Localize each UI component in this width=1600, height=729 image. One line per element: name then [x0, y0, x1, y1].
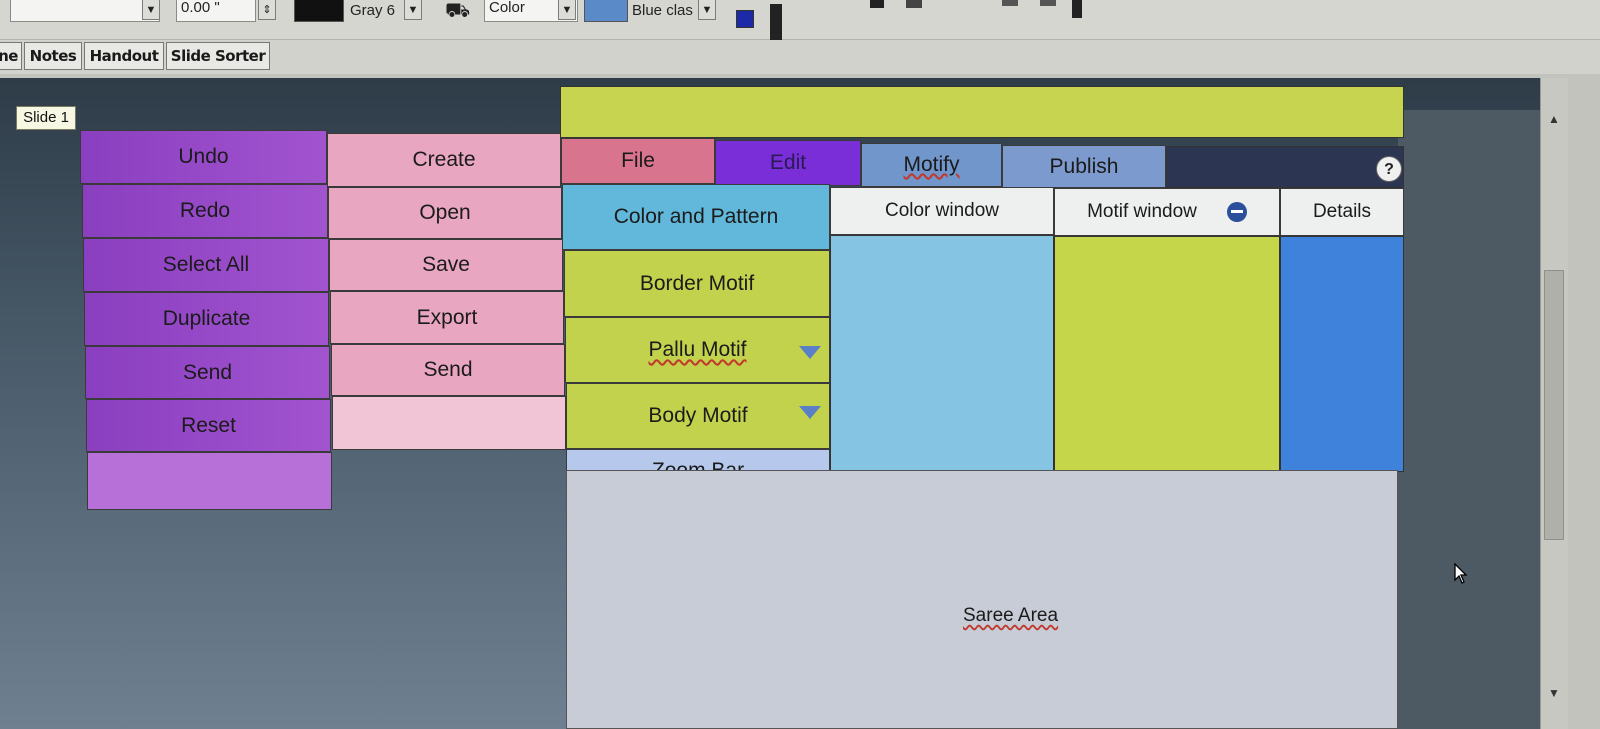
select-all-button[interactable]: Select All — [83, 238, 329, 292]
motif-window-label: Motif window — [1087, 201, 1197, 222]
saree-area-label: Saree Area — [963, 605, 1059, 626]
empty-purple-cell — [87, 452, 332, 510]
tab-handout[interactable]: Handout — [84, 42, 164, 70]
tab-normal[interactable]: ne — [0, 42, 22, 70]
tab-slide-sorter[interactable]: Slide Sorter — [166, 42, 270, 70]
saree-area[interactable]: Saree Area — [566, 470, 1398, 729]
help-icon[interactable]: ? — [1376, 156, 1402, 182]
chevron-down-icon[interactable]: ▼ — [142, 0, 160, 20]
triangle-down-icon[interactable] — [799, 406, 821, 419]
fill-color-name: Blue clas — [632, 2, 693, 19]
scroll-up-icon[interactable]: ▲ — [1544, 112, 1564, 126]
spinner-icon[interactable]: ⇕ — [258, 0, 276, 20]
undo-button[interactable]: Undo — [80, 130, 327, 184]
reset-button[interactable]: Reset — [86, 399, 331, 452]
menu-spacer — [1166, 146, 1404, 188]
chevron-down-icon[interactable]: ▼ — [558, 0, 576, 20]
menu-file[interactable]: File — [561, 138, 715, 184]
collapse-icon[interactable] — [1226, 202, 1247, 222]
chevron-down-icon[interactable]: ▼ — [404, 0, 422, 20]
tab-notes[interactable]: Notes — [24, 42, 82, 70]
fill-color-swatch[interactable] — [584, 0, 628, 22]
title-bar — [560, 86, 1404, 138]
toolbar-icon[interactable] — [870, 0, 884, 8]
open-button[interactable]: Open — [328, 187, 562, 239]
menu-edit[interactable]: Edit — [715, 140, 861, 186]
motif-window[interactable] — [1054, 236, 1280, 479]
menu-motify[interactable]: Motify — [861, 143, 1002, 187]
create-button[interactable]: Create — [327, 133, 561, 187]
color-window-header: Color window — [830, 187, 1054, 235]
redo-button[interactable]: Redo — [82, 184, 328, 238]
formatting-toolbar: ▼ 0.00 " ⇕ Gray 6 ▼ ⛟ Color ▼ Blue clas … — [0, 0, 1600, 40]
slide-label: Slide 1 — [16, 106, 76, 130]
fill-mode-value: Color — [489, 0, 525, 16]
mouse-cursor-icon — [1454, 563, 1468, 584]
menu-publish[interactable]: Publish — [1002, 145, 1166, 188]
toolbar-icon[interactable] — [1040, 0, 1056, 6]
slide-right-margin — [1398, 110, 1540, 729]
scroll-down-icon[interactable]: ▼ — [1544, 686, 1564, 700]
chevron-down-icon[interactable]: ▼ — [698, 0, 716, 20]
line-color-swatch[interactable] — [294, 0, 344, 22]
paint-bucket-icon[interactable]: ⛟ — [445, 0, 470, 25]
pallu-motif-button[interactable]: Pallu Motif — [565, 317, 830, 383]
pallu-motif-label: Pallu Motif — [648, 338, 747, 361]
toolbar-icon[interactable] — [906, 0, 922, 8]
save-button[interactable]: Save — [329, 239, 563, 291]
border-motif-button[interactable]: Border Motif — [564, 250, 830, 317]
toolbar-icon[interactable] — [1002, 0, 1018, 6]
color-and-pattern-button[interactable]: Color and Pattern — [562, 184, 830, 250]
empty-pink-cell — [332, 396, 566, 450]
line-style-dropdown[interactable] — [10, 0, 160, 22]
details-header: Details — [1280, 188, 1404, 236]
body-motif-label: Body Motif — [648, 404, 748, 427]
export-button[interactable]: Export — [330, 291, 564, 344]
line-color-name: Gray 6 — [350, 2, 396, 19]
color-window[interactable] — [830, 235, 1054, 485]
spacing-input[interactable]: 0.00 " — [176, 0, 256, 22]
toolbar-separator — [770, 4, 782, 40]
details-window[interactable] — [1280, 236, 1404, 472]
scroll-thumb[interactable] — [1544, 270, 1564, 540]
motif-window-header: Motif window — [1054, 188, 1280, 236]
send-button[interactable]: Send — [331, 344, 565, 396]
duplicate-button[interactable]: Duplicate — [84, 292, 329, 346]
spacing-value: 0.00 " — [181, 0, 220, 16]
toolbar-separator — [1072, 0, 1082, 18]
body-motif-button[interactable]: Body Motif — [566, 383, 830, 449]
shadow-icon[interactable] — [736, 10, 754, 28]
triangle-down-icon[interactable] — [799, 346, 821, 359]
send-button[interactable]: Send — [85, 346, 330, 399]
